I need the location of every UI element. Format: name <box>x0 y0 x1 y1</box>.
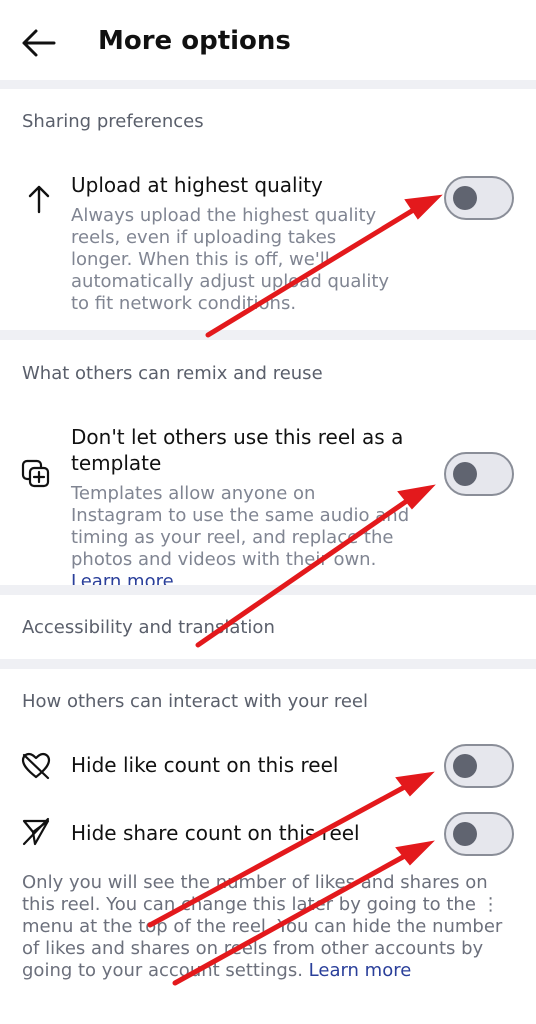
template-toggle[interactable] <box>444 452 514 496</box>
top-bar: More options <box>0 0 536 82</box>
annotation-arrowhead <box>404 194 443 220</box>
section-title-remix: What others can remix and reuse <box>22 363 323 384</box>
arrow-up-icon <box>28 185 50 214</box>
divider <box>0 330 536 340</box>
heart-off-icon <box>21 752 51 780</box>
hide-shares-label: Hide share count on this reel <box>71 821 360 845</box>
share-off-icon <box>22 817 50 846</box>
hide-shares-toggle[interactable] <box>444 812 514 856</box>
hide-likes-label: Hide like count on this reel <box>71 753 339 777</box>
divider <box>0 80 536 89</box>
template-label: Don't let others use this reel as a temp… <box>71 425 404 475</box>
upload-quality-description: Always upload the highest quality reels,… <box>71 205 390 314</box>
annotation-arrowhead <box>395 771 435 797</box>
toggle-knob <box>453 462 477 486</box>
hide-likes-toggle[interactable] <box>444 744 514 788</box>
footer-text: Only you will see the number of likes an… <box>22 872 503 981</box>
divider <box>0 585 536 595</box>
template-add-icon <box>21 459 50 488</box>
template-description: Templates allow anyone on Instagram to u… <box>71 483 411 593</box>
interaction-footer-note: Only you will see the number of likes an… <box>22 872 522 982</box>
arrow-left-icon[interactable] <box>18 26 58 60</box>
divider <box>0 659 536 669</box>
upload-quality-label: Upload at highest quality <box>71 173 323 197</box>
annotation-arrowhead <box>395 840 435 866</box>
toggle-knob <box>453 186 477 210</box>
upload-quality-toggle[interactable] <box>444 176 514 220</box>
page-title: More options <box>98 26 291 56</box>
section-title-interact: How others can interact with your reel <box>22 691 369 712</box>
template-description-text: Templates allow anyone on Instagram to u… <box>71 483 410 570</box>
section-title-sharing: Sharing preferences <box>22 111 204 132</box>
accessibility-translation-item[interactable]: Accessibility and translation <box>22 617 275 638</box>
toggle-knob <box>453 822 477 846</box>
toggle-knob <box>453 754 477 778</box>
footer-learn-more-link[interactable]: Learn more <box>309 960 412 981</box>
